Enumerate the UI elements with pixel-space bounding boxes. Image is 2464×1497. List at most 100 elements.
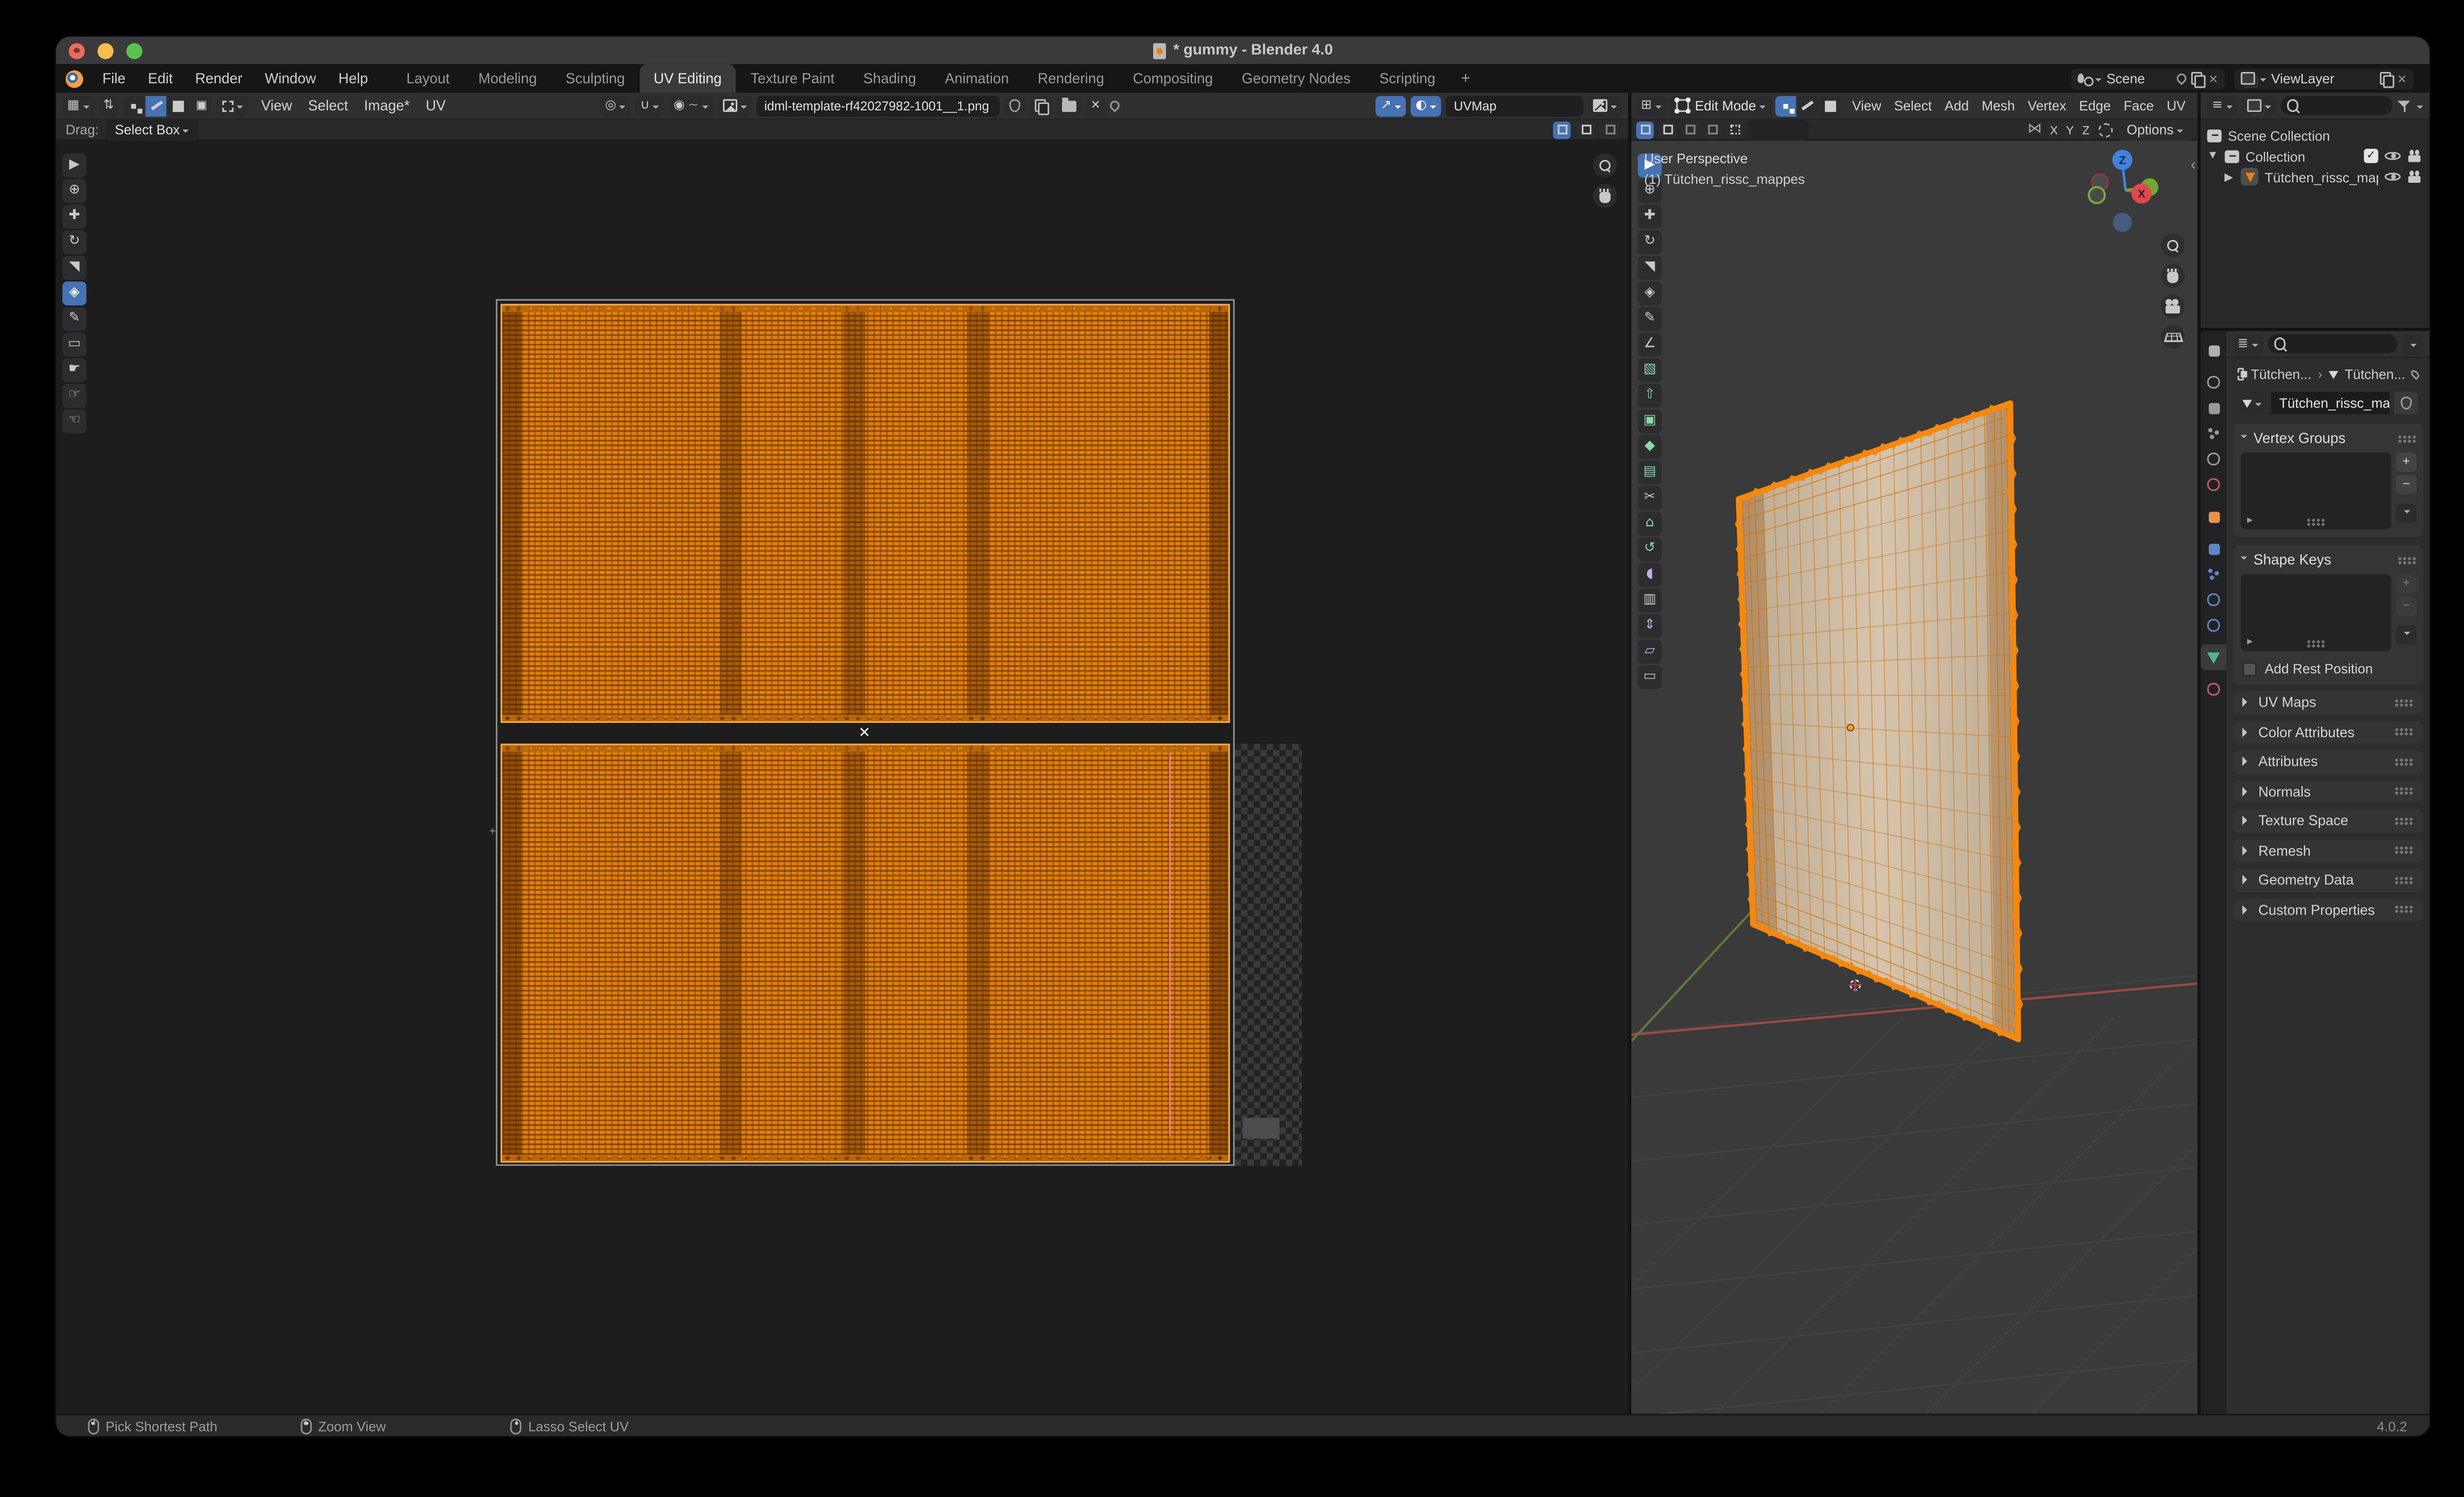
panel-uv-maps[interactable]: UV Maps xyxy=(2233,691,2423,714)
uv-select-mode-new-button[interactable] xyxy=(1553,121,1571,138)
uv-image-fake-user-button[interactable] xyxy=(1004,95,1025,116)
annotate-tool[interactable]: ✎ xyxy=(63,307,87,331)
add-shape-key-button[interactable]: + xyxy=(2396,574,2417,593)
tweak-tool[interactable]: ▶ xyxy=(63,154,87,178)
zoom-icon[interactable] xyxy=(2161,234,2185,258)
measure-tool[interactable]: ∠ xyxy=(1638,333,1662,357)
add-workspace-button[interactable]: + xyxy=(1450,69,1481,87)
uv-active-tool-dropdown[interactable]: Select Box xyxy=(105,119,199,140)
shear-tool[interactable]: ▱ xyxy=(1638,640,1662,664)
add-rest-position-checkbox[interactable] xyxy=(2242,661,2257,676)
uv-sticky-selection-button[interactable] xyxy=(218,95,248,116)
uv-editor-menu[interactable]: View xyxy=(253,98,300,113)
mode-selector[interactable]: Edit Mode xyxy=(1669,95,1772,116)
sidebar-toggle-icon[interactable]: ‹ xyxy=(2190,157,2196,174)
properties-options-button[interactable] xyxy=(2402,334,2423,354)
properties-tab-output[interactable] xyxy=(2201,395,2226,421)
drag-grip-icon[interactable] xyxy=(2397,434,2417,442)
select-mode-invert-button[interactable] xyxy=(1703,121,1721,138)
disclosure-closed-icon[interactable]: ▶ xyxy=(2223,170,2234,183)
workspace-tab[interactable]: Texture Paint xyxy=(736,64,849,93)
remove-view-layer-icon[interactable]: ✕ xyxy=(2397,71,2407,85)
add-vertex-group-button[interactable]: + xyxy=(2396,452,2417,472)
shape-keys-panel-header[interactable]: Shape Keys xyxy=(2241,552,2417,568)
workspace-tab[interactable]: Layout xyxy=(392,64,464,93)
rip-region-tool[interactable]: ▭ xyxy=(63,333,87,357)
outliner-row-collection[interactable]: ▼ Collection ✓ xyxy=(2201,145,2430,166)
scale-tool[interactable]: ◥ xyxy=(1638,256,1662,280)
breadcrumb-data[interactable]: Tütchen... xyxy=(2345,366,2405,382)
uv-image-new-button[interactable] xyxy=(1030,95,1052,116)
shape-keys-list[interactable]: ▸ xyxy=(2241,574,2391,651)
unlink-scene-icon[interactable]: ✕ xyxy=(2208,71,2218,85)
workspace-tab[interactable]: Scripting xyxy=(1365,64,1450,93)
properties-tab-constraints[interactable] xyxy=(2201,612,2226,638)
vertex-group-specials-button[interactable] xyxy=(2396,504,2417,523)
uv-proportional-edit-button[interactable]: ◉~ xyxy=(669,95,713,116)
uv-editor-menu[interactable]: Image* xyxy=(356,98,418,113)
bevel-tool[interactable]: ◆ xyxy=(1638,435,1662,459)
edge-slide-tool[interactable]: ▥ xyxy=(1638,588,1662,612)
uv-image-browse-button[interactable] xyxy=(718,95,752,116)
mirror-axis-toggle[interactable]: Y xyxy=(2063,121,2077,138)
workspace-tab[interactable]: UV Editing xyxy=(639,64,736,93)
extrude-region-tool[interactable]: ⇧ xyxy=(1638,384,1662,408)
remove-vertex-group-button[interactable]: − xyxy=(2396,475,2417,494)
outliner-row-scene-collection[interactable]: Scene Collection xyxy=(2201,125,2430,145)
properties-tab-tool[interactable] xyxy=(2201,338,2226,363)
disclosure-open-icon[interactable]: ▼ xyxy=(2207,150,2219,162)
drag-grip-icon[interactable] xyxy=(2395,758,2414,766)
pan-hand-icon[interactable] xyxy=(1593,184,1617,208)
camera-view-icon[interactable] xyxy=(2161,294,2185,318)
disable-render-icon[interactable] xyxy=(2408,150,2422,162)
scene-selector[interactable]: Scene ✕ xyxy=(2071,68,2225,89)
viewport-menu[interactable]: UV xyxy=(2160,98,2192,113)
axis-neg-z-ball[interactable] xyxy=(2113,213,2132,232)
uv-island-bottom[interactable] xyxy=(501,744,1230,1162)
scale-tool[interactable]: ◥ xyxy=(63,256,87,280)
uv-map-field[interactable]: UVMap xyxy=(1446,95,1583,116)
grab-tool[interactable]: ☛ xyxy=(63,358,87,382)
uv-select-island-button[interactable] xyxy=(191,95,211,116)
hide-eye-icon[interactable] xyxy=(2385,169,2400,184)
add-cube-tool[interactable]: ▧ xyxy=(1638,358,1662,382)
uv-select-mode-subtract-button[interactable] xyxy=(1601,121,1619,138)
pin-icon[interactable] xyxy=(2174,71,2188,85)
move-tool[interactable]: ✚ xyxy=(63,204,87,229)
select-mode-intersect-button[interactable] xyxy=(1726,121,1744,138)
new-scene-icon[interactable] xyxy=(2190,71,2203,85)
outliner-row-object[interactable]: ▶ Tütchen_rissc_mappes xyxy=(2201,167,2430,187)
properties-tab-material[interactable] xyxy=(2201,677,2226,702)
tool-settings-field[interactable] xyxy=(1748,119,1809,140)
view-layer-selector[interactable]: ViewLayer ✕ xyxy=(2234,68,2413,89)
drag-grip-icon[interactable] xyxy=(2395,847,2414,854)
uv-pivot-button[interactable]: ◎ xyxy=(600,95,631,116)
properties-tab-modifiers[interactable] xyxy=(2201,536,2226,561)
hide-eye-icon[interactable] xyxy=(2385,148,2400,164)
uv-sync-selection-toggle[interactable]: ⇅ xyxy=(99,95,119,116)
snap-region-icon[interactable] xyxy=(2098,122,2112,136)
pan-hand-icon[interactable] xyxy=(2161,264,2185,288)
panel-custom-properties[interactable]: Custom Properties xyxy=(2233,898,2423,921)
properties-editor-type-button[interactable]: ≣ xyxy=(2233,334,2263,353)
viewport-canvas[interactable]: User Perspective (1) Tütchen_rissc_mappe… xyxy=(1631,141,2197,1414)
properties-tab-particles[interactable] xyxy=(2201,561,2226,587)
workspace-tab[interactable]: Geometry Nodes xyxy=(1228,64,1365,93)
outliner-display-mode-button[interactable] xyxy=(2242,96,2275,115)
pinch-tool[interactable]: ☜ xyxy=(63,409,87,434)
zoom-icon[interactable] xyxy=(1593,154,1617,178)
properties-tab-physics[interactable] xyxy=(2201,587,2226,612)
topbar-menu[interactable]: Render xyxy=(184,64,253,93)
panel-remesh[interactable]: Remesh xyxy=(2233,839,2423,862)
workspace-tab[interactable]: Rendering xyxy=(1024,64,1119,93)
topbar-menu[interactable]: Window xyxy=(254,64,327,93)
mirror-axis-toggle[interactable]: Z xyxy=(2079,121,2093,138)
properties-tab-scene[interactable] xyxy=(2201,446,2226,472)
uv-select-vertex-button[interactable] xyxy=(124,95,144,116)
transform-tool[interactable]: ◈ xyxy=(1638,281,1662,306)
resize-grip-icon[interactable] xyxy=(2306,518,2326,526)
new-view-layer-icon[interactable] xyxy=(2379,71,2392,85)
remove-shape-key-button[interactable]: − xyxy=(2396,597,2417,616)
panel-color-attributes[interactable]: Color Attributes xyxy=(2233,720,2423,744)
uv-image-unlink-button[interactable]: ✕ xyxy=(1086,95,1105,116)
